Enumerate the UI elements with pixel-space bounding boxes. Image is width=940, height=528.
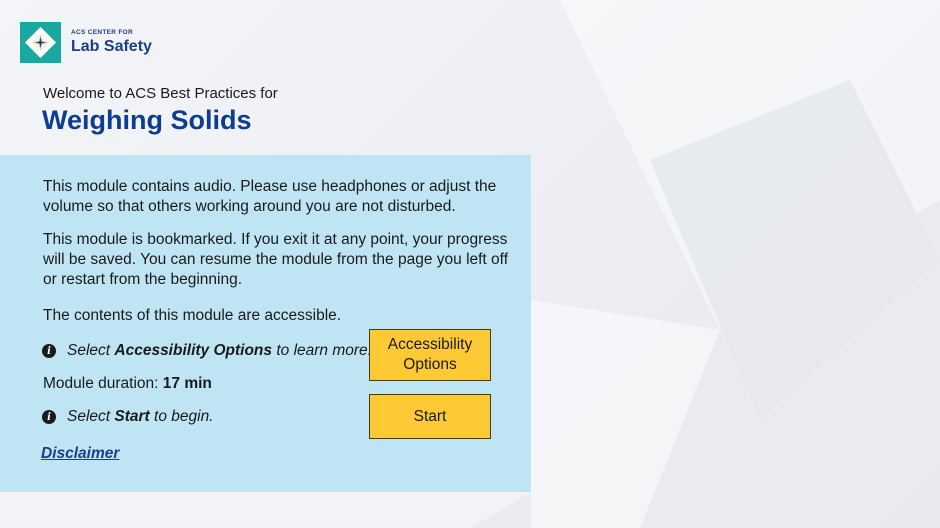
accessible-note: The contents of this module are accessib… [43, 307, 342, 324]
duration-value: 17 min [162, 375, 212, 392]
accessibility-hint-suffix: to learn more. [272, 342, 372, 359]
audio-note: This module contains audio. Please use h… [43, 178, 497, 215]
disclaimer-link[interactable]: Disclaimer [41, 445, 119, 463]
page-title: Weighing Solids [42, 105, 252, 135]
start-button-label: Start [413, 407, 447, 425]
logo-line-2: Lab Safety [71, 37, 152, 55]
accessibility-button-line-2: Options [403, 356, 457, 373]
module-duration: Module duration: 17 min [43, 375, 212, 393]
start-button[interactable]: Start [369, 394, 491, 439]
accessibility-hint-prefix: Select [67, 342, 115, 359]
logo-line-1: ACS CENTER FOR [71, 29, 133, 37]
start-hint-bold: Start [114, 408, 150, 425]
accessibility-hint-bold: Accessibility Options [114, 342, 273, 359]
welcome-text: Welcome to ACS Best Practices for [43, 85, 278, 102]
lab-safety-logo-icon [20, 22, 61, 63]
info-icon: i [42, 344, 56, 358]
info-icon: i [42, 410, 56, 424]
accessibility-button-line-1: Accessibility [387, 336, 473, 353]
acs-logo: ACS CENTER FOR Lab Safety [20, 22, 152, 63]
start-hint-suffix: to begin. [149, 408, 214, 425]
start-hint: i Select Start to begin. [42, 408, 214, 426]
start-hint-prefix: Select [67, 408, 115, 425]
accessibility-hint: i Select Accessibility Options to learn … [42, 342, 372, 360]
bookmark-note: This module is bookmarked. If you exit i… [43, 231, 508, 288]
duration-label: Module duration: [43, 375, 163, 392]
accessibility-options-button[interactable]: Accessibility Options [369, 329, 491, 381]
